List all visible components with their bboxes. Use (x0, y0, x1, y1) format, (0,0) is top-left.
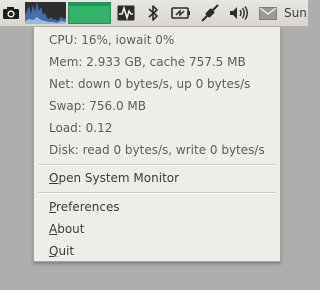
quit-item[interactable]: Quit (49, 244, 74, 258)
memory-stat: Mem: 2.933 GB, cache 757.5 MB (49, 55, 246, 69)
swap-stat: Swap: 756.0 MB (49, 99, 147, 113)
cpu-stat: CPU: 16%, iowait 0% (49, 33, 175, 47)
mnemonic-letter: P (49, 200, 57, 214)
battery-icon[interactable] (169, 0, 193, 26)
network-stat: Net: down 0 bytes/s, up 0 bytes/s (49, 77, 251, 91)
waveform-icon[interactable] (115, 0, 137, 26)
volume-icon[interactable] (228, 0, 250, 26)
preferences-item[interactable]: Preferences (49, 200, 120, 214)
menu-separator (38, 192, 276, 194)
open-system-monitor-item[interactable]: Open System Monitor (49, 171, 179, 185)
menu-item-label: bout (57, 222, 85, 236)
network-load-graph[interactable] (68, 2, 111, 24)
mnemonic-letter: A (49, 222, 58, 236)
top-panel: Sun (0, 0, 308, 27)
mail-icon[interactable] (257, 0, 279, 26)
menu-item-label: pen System Monitor (58, 171, 180, 185)
about-item[interactable]: About (49, 222, 85, 236)
disk-stat: Disk: read 0 bytes/s, write 0 bytes/s (49, 143, 265, 157)
menu-item-label: references (56, 200, 120, 214)
cpu-load-graph[interactable] (25, 2, 66, 24)
network-connection-icon[interactable] (199, 0, 221, 26)
load-stat: Load: 0.12 (49, 121, 113, 135)
menu-item-label: uit (58, 244, 75, 258)
bluetooth-icon[interactable] (142, 0, 164, 26)
system-monitor-menu: CPU: 16%, iowait 0% Mem: 2.933 GB, cache… (33, 27, 281, 262)
clock-label[interactable]: Sun (284, 0, 307, 26)
camera-icon[interactable] (0, 0, 22, 26)
menu-separator (38, 164, 276, 166)
